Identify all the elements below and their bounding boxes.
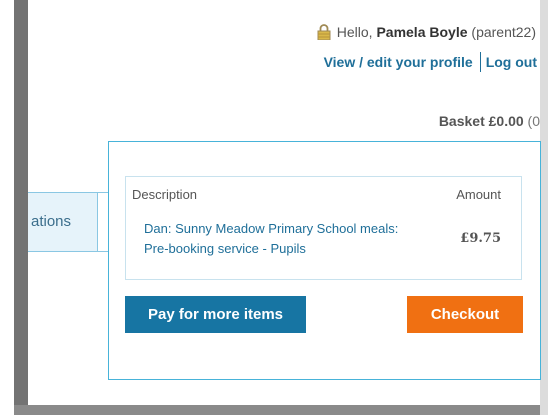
pay-for-more-items-button[interactable]: Pay for more items	[125, 296, 306, 333]
greeting-prefix: Hello,	[336, 24, 377, 40]
basket-item-amount: £9.75	[460, 231, 501, 246]
basket-total: Basket £0.00	[438, 113, 524, 129]
column-header-description: Description	[132, 187, 198, 202]
profile-link[interactable]: View / edit your profile	[324, 54, 473, 70]
basket-item-description[interactable]: Dan: Sunny Meadow Primary School meals: …	[144, 219, 424, 259]
window-frame-right	[540, 0, 548, 415]
account-links: View / edit your profile Log out	[250, 52, 537, 72]
user-name: Pamela Boyle	[376, 24, 468, 40]
basket-count: (0	[527, 113, 540, 129]
basket-summary[interactable]: Basket £0.00 (0	[380, 113, 540, 129]
logout-link[interactable]: Log out	[486, 54, 537, 70]
lock-icon	[317, 24, 331, 43]
basket-dropdown-panel: Description Amount Dan: Sunny Meadow Pri…	[108, 141, 541, 380]
user-id: (parent22)	[471, 24, 536, 40]
page-margin	[0, 0, 14, 415]
link-divider	[479, 52, 481, 72]
basket-items-table: Description Amount Dan: Sunny Meadow Pri…	[125, 176, 522, 280]
window-frame-bottom	[14, 405, 548, 415]
checkout-button[interactable]: Checkout	[407, 296, 523, 333]
column-header-amount: Amount	[456, 187, 501, 202]
window-frame-left	[14, 0, 28, 415]
nav-tab-applications[interactable]: ations	[28, 192, 98, 252]
nav-tab-label: ations	[31, 213, 72, 230]
user-greeting: Hello, Pamela Boyle (parent22)	[240, 24, 536, 43]
